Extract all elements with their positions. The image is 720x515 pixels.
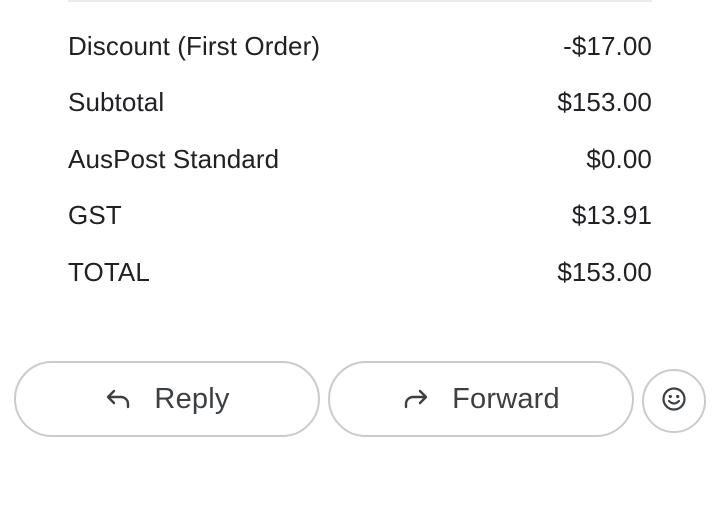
order-summary: Discount (First Order) -$17.00 Subtotal … xyxy=(68,18,652,301)
summary-row-subtotal: Subtotal $153.00 xyxy=(68,75,652,132)
summary-row-total: TOTAL $153.00 xyxy=(68,244,652,301)
summary-row-discount: Discount (First Order) -$17.00 xyxy=(68,18,652,75)
top-divider xyxy=(68,0,652,2)
summary-label: TOTAL xyxy=(68,256,150,287)
summary-label: Subtotal xyxy=(68,87,165,118)
summary-row-shipping: AusPost Standard $0.00 xyxy=(68,131,652,188)
summary-amount: $153.00 xyxy=(557,87,652,118)
forward-label: Forward xyxy=(452,382,560,415)
summary-row-gst: GST $13.91 xyxy=(68,188,652,245)
summary-label: Discount (First Order) xyxy=(68,30,321,61)
summary-amount: $0.00 xyxy=(586,143,652,174)
summary-amount: $13.91 xyxy=(571,200,652,231)
summary-label: AusPost Standard xyxy=(68,143,280,174)
smiley-face-icon xyxy=(661,386,687,417)
emoji-reaction-button[interactable] xyxy=(642,369,706,433)
message-actions: Reply Forward xyxy=(14,361,706,439)
forward-button[interactable]: Forward xyxy=(328,361,634,437)
reply-button[interactable]: Reply xyxy=(14,361,320,437)
forward-arrow-icon xyxy=(402,385,430,413)
reply-label: Reply xyxy=(154,382,230,415)
summary-amount: $153.00 xyxy=(557,256,652,287)
reply-arrow-icon xyxy=(104,385,132,413)
summary-amount: -$17.00 xyxy=(563,30,652,61)
summary-label: GST xyxy=(68,200,122,231)
